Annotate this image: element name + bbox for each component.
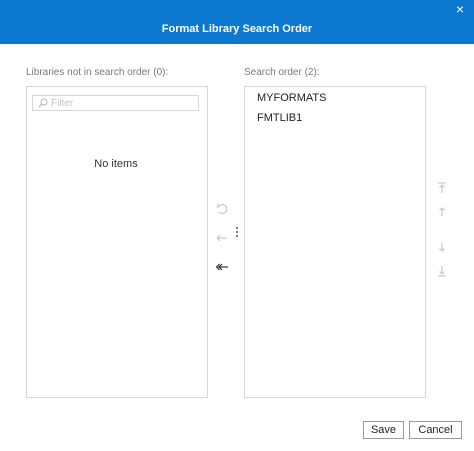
dialog-title-bar: Format Library Search Order × [0, 0, 474, 44]
move-all-left-icon[interactable] [215, 260, 229, 274]
search-order-item-1[interactable]: MYFORMATS [257, 92, 326, 104]
save-button[interactable]: Save [363, 421, 404, 439]
move-to-top-icon[interactable] [435, 181, 449, 195]
close-icon[interactable]: × [456, 2, 464, 16]
search-order-list[interactable] [244, 86, 426, 398]
dialog-title: Format Library Search Order [161, 23, 313, 35]
move-down-icon[interactable] [435, 240, 449, 254]
move-left-icon[interactable] [215, 231, 229, 245]
undo-icon[interactable] [215, 202, 229, 216]
search-order-label: Search order (2): [244, 67, 320, 78]
available-libraries-label: Libraries not in search order (0): [26, 67, 169, 78]
search-order-item-2[interactable]: FMTLIB1 [257, 112, 302, 124]
filter-input[interactable] [51, 97, 191, 109]
cancel-button[interactable]: Cancel [409, 421, 462, 439]
empty-list-message: No items [94, 158, 138, 170]
filter-field[interactable] [32, 95, 199, 111]
search-icon [38, 98, 48, 108]
available-libraries-list[interactable] [26, 86, 208, 398]
move-up-icon[interactable] [435, 205, 449, 219]
more-vertical-icon[interactable] [233, 226, 241, 240]
move-to-bottom-icon[interactable] [435, 264, 449, 278]
